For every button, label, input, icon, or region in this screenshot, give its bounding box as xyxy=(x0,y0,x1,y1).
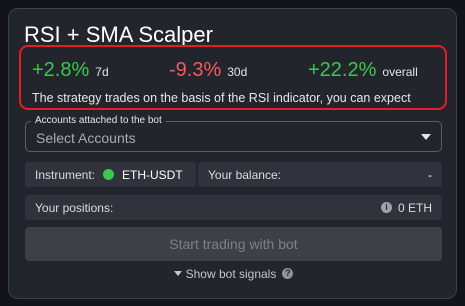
positions-label: Your positions: xyxy=(35,201,114,215)
balance-row: Your balance: - xyxy=(198,162,442,187)
info-icon[interactable]: i xyxy=(381,202,392,213)
positions-value: 0 ETH xyxy=(397,201,432,215)
bot-card: RSI + SMA Scalper +2.8% 7d -9.3% 30d +22.2… xyxy=(8,8,457,299)
instrument-row: Instrument: ETH-USDT xyxy=(25,162,196,187)
stat-overall-value: +22.2% xyxy=(308,59,377,81)
stat-30d-value: -9.3% xyxy=(169,59,222,81)
help-icon[interactable]: ? xyxy=(282,268,294,280)
chevron-down-icon xyxy=(421,134,431,140)
stat-7d-value: +2.8% xyxy=(32,59,90,81)
caret-down-icon xyxy=(173,271,182,277)
stat-overall: +22.2% overall xyxy=(308,59,418,82)
stat-30d: -9.3% 30d xyxy=(169,59,247,82)
accounts-legend: Accounts attached to the bot xyxy=(31,115,166,126)
instrument-label: Instrument: xyxy=(35,168,96,182)
bot-description: The strategy trades on the basis of the … xyxy=(32,91,411,105)
stat-overall-period: overall xyxy=(382,65,418,79)
show-signals-toggle[interactable]: Show bot signals? xyxy=(9,267,458,281)
balance-label: Your balance: xyxy=(208,168,281,182)
accounts-placeholder: Select Accounts xyxy=(36,130,136,146)
green-dot-icon xyxy=(103,169,114,180)
show-signals-label: Show bot signals xyxy=(185,267,277,281)
positions-row: Your positions: i 0 ETH xyxy=(25,195,442,220)
instrument-symbol: ETH-USDT xyxy=(122,168,183,182)
stats-highlight-box: +2.8% 7d -9.3% 30d +22.2% overall The strat… xyxy=(19,45,447,110)
stat-7d: +2.8% 7d xyxy=(32,59,109,82)
stat-30d-period: 30d xyxy=(227,65,248,79)
start-trading-button[interactable]: Start trading with bot xyxy=(25,227,442,261)
accounts-select[interactable]: Accounts attached to the bot Select Acco… xyxy=(25,115,442,152)
balance-value: - xyxy=(428,168,432,182)
stat-7d-period: 7d xyxy=(95,65,109,79)
